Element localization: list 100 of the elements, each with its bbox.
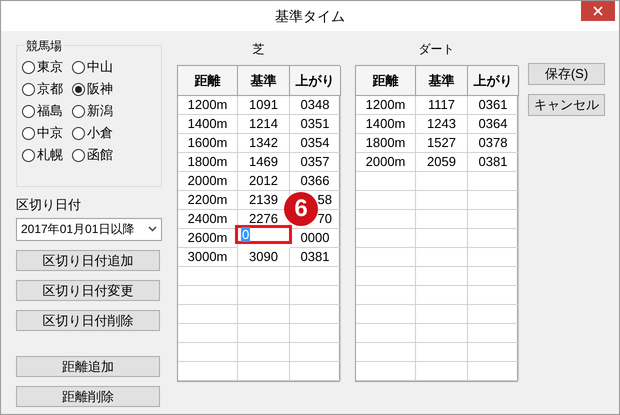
radio-label: 小倉 [87, 124, 113, 142]
empty-cell [356, 286, 416, 305]
selected-text: 0 [241, 227, 250, 242]
table-cell: 1600m [178, 134, 238, 153]
empty-cell [416, 305, 468, 324]
empty-cell [468, 229, 519, 248]
empty-cell [416, 362, 468, 381]
empty-cell [416, 267, 468, 286]
table-cell: 0000 [290, 229, 341, 248]
radio-button[interactable] [72, 60, 85, 74]
empty-cell [290, 267, 341, 286]
table-cell: 2000m [356, 153, 416, 172]
table-cell: 1243 [416, 115, 468, 134]
empty-cell [356, 172, 416, 191]
radio-button[interactable] [72, 148, 85, 162]
table-cell: 0366 [290, 172, 341, 191]
table-cell: 0361 [468, 96, 519, 115]
table-cell: 1800m [178, 153, 238, 172]
empty-cell [238, 362, 290, 381]
date-dropdown[interactable]: 2017年01月01日以降 [16, 218, 162, 240]
table-cell: 0381 [290, 248, 341, 267]
table-cell: 0348 [290, 96, 341, 115]
empty-cell [468, 362, 519, 381]
radio-button[interactable] [22, 104, 35, 118]
empty-cell [238, 267, 290, 286]
empty-cell [416, 172, 468, 191]
empty-cell [468, 305, 519, 324]
empty-cell [468, 343, 519, 362]
empty-cell [238, 343, 290, 362]
radio-label: 新潟 [87, 102, 113, 120]
empty-cell [290, 324, 341, 343]
empty-cell [356, 267, 416, 286]
field-label: 区切り日付 [16, 196, 82, 214]
radio-button[interactable] [22, 126, 35, 140]
radio-label: 福島 [37, 102, 63, 120]
table-cell: 1091 [238, 96, 290, 115]
empty-cell [356, 324, 416, 343]
empty-cell [356, 229, 416, 248]
empty-cell [178, 343, 238, 362]
empty-cell [238, 286, 290, 305]
table-cell: 0378 [468, 134, 519, 153]
radio-button[interactable] [72, 82, 85, 96]
table-cell: 0357 [290, 153, 341, 172]
radio-label: 札幌 [37, 146, 63, 164]
empty-cell [468, 286, 519, 305]
radio-button[interactable] [72, 104, 85, 118]
empty-cell [178, 267, 238, 286]
date-button[interactable]: 区切り日付変更 [16, 280, 160, 300]
column-header[interactable]: 基準 [238, 66, 290, 96]
distance-button[interactable]: 距離追加 [16, 356, 160, 376]
table-cell: 1214 [238, 115, 290, 134]
table-cell: 1469 [238, 153, 290, 172]
table-cell: 1200m [178, 96, 238, 115]
table-cell: 1400m [356, 115, 416, 134]
column-header[interactable]: 上がり [468, 66, 519, 96]
table-cell: 2000m [178, 172, 238, 191]
radio-label: 東京 [37, 58, 63, 76]
table-cell: 0354 [290, 134, 341, 153]
table-title: 芝 [252, 41, 266, 58]
close-button[interactable] [581, 1, 615, 21]
table-cell: 3000m [178, 248, 238, 267]
date-button[interactable]: 区切り日付追加 [16, 250, 160, 270]
column-header[interactable]: 上がり [290, 66, 341, 96]
table-cell: 1400m [178, 115, 238, 134]
empty-cell [238, 305, 290, 324]
empty-cell [416, 210, 468, 229]
action-button[interactable]: キャンセル [528, 94, 605, 116]
table-cell: 0381 [468, 153, 519, 172]
table-cell: 2200m [178, 191, 238, 210]
radio-button[interactable] [72, 126, 85, 140]
radio-button[interactable] [22, 60, 35, 74]
table-cell: 2059 [416, 153, 468, 172]
empty-cell [416, 343, 468, 362]
empty-cell [238, 324, 290, 343]
radio-label: 中京 [37, 124, 63, 142]
empty-cell [178, 305, 238, 324]
table-cell: 1527 [416, 134, 468, 153]
empty-cell [356, 191, 416, 210]
radio-label: 函館 [87, 146, 113, 164]
table-cell: 0364 [468, 115, 519, 134]
table-title: ダート [418, 41, 456, 58]
empty-cell [468, 324, 519, 343]
empty-cell [178, 362, 238, 381]
column-header[interactable]: 距離 [356, 66, 416, 96]
empty-cell [356, 210, 416, 229]
column-header[interactable]: 距離 [178, 66, 238, 96]
empty-cell [178, 286, 238, 305]
empty-cell [468, 267, 519, 286]
empty-cell [356, 248, 416, 267]
empty-cell [416, 229, 468, 248]
radio-button[interactable] [22, 82, 35, 96]
close-icon [593, 6, 603, 16]
radio-button[interactable] [22, 148, 35, 162]
date-button[interactable]: 区切り日付削除 [16, 310, 160, 330]
distance-button[interactable]: 距離削除 [16, 386, 160, 406]
table-cell: 3090 [238, 248, 290, 267]
empty-cell [468, 191, 519, 210]
column-header[interactable]: 基準 [416, 66, 468, 96]
action-button[interactable]: 保存(S) [528, 63, 605, 85]
empty-cell [468, 172, 519, 191]
